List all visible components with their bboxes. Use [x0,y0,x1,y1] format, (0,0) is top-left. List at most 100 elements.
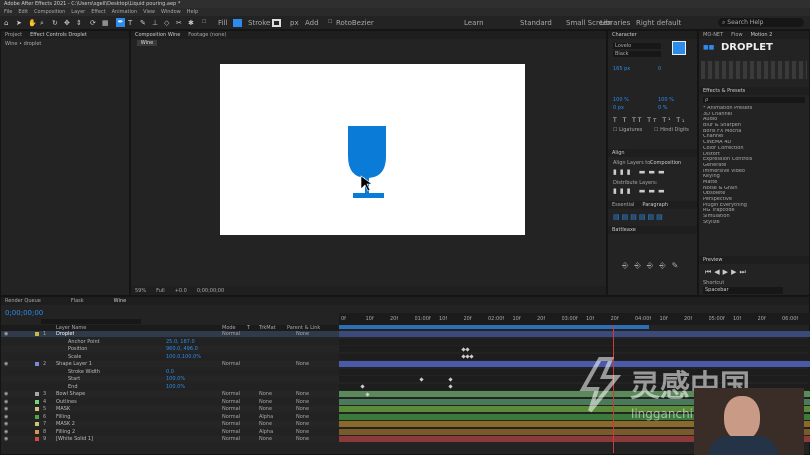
timeline-timecode[interactable]: 0;00;00;00 [5,309,43,317]
text-fill-color[interactable] [672,41,686,55]
dolly-tool-icon[interactable]: ⇕ [76,19,82,27]
property-value[interactable]: 100.0% [166,376,185,382]
comp-subtab-wine[interactable]: Wine [137,40,157,46]
track-matte-dropdown[interactable]: None [259,391,272,397]
camera-tool-icon[interactable]: ▦ [102,19,109,27]
tsume-value[interactable]: 0 % [658,105,668,111]
layer-name[interactable]: Position [68,346,87,352]
layer-name[interactable]: End [68,384,78,390]
tab-mo-net[interactable]: MO-NET [703,32,723,38]
track-matte-dropdown[interactable]: None [259,436,272,442]
comp-timecode[interactable]: 0;00;00;00 [197,288,224,294]
battleaxe-tools[interactable]: ⎆⎆⎆⎆✎ [622,261,684,271]
effects-category-item[interactable]: Stylize [703,220,807,226]
blend-mode-dropdown[interactable]: Normal [222,436,240,442]
blend-mode-dropdown[interactable]: Normal [222,361,240,367]
visibility-eye-icon[interactable]: ◉ [4,361,8,367]
layer-name[interactable]: Anchor Point [68,339,100,345]
pen-tool-icon[interactable]: ✒ [116,18,125,27]
blend-mode-dropdown[interactable]: Normal [222,406,240,412]
visibility-eye-icon[interactable]: ◉ [4,414,8,420]
track-matte-dropdown[interactable]: Alpha [259,414,273,420]
tab-motion-2[interactable]: Motion 2 [751,32,773,38]
property-row[interactable]: Position 960.0, 496.0 [1,346,339,352]
align-to-dropdown[interactable]: Composition [650,160,681,166]
layer-label-color[interactable] [35,422,39,426]
layer-row[interactable]: ◉ 2 Shape Layer 1 Normal None [1,361,339,367]
zoom-tool-icon[interactable]: ⌕ [40,19,44,28]
property-row[interactable]: Anchor Point 25.0, 187.0 [1,338,339,345]
motion-buttons-grid[interactable] [701,61,807,79]
property-value[interactable]: 960.0, 496.0 [166,346,198,352]
parent-dropdown[interactable]: None [296,399,309,405]
layer-label-color[interactable] [35,399,39,404]
menu-animation[interactable]: Animation [112,9,138,15]
parent-dropdown[interactable]: None [296,406,309,412]
ligatures-checkbox[interactable]: ☐ Ligatures [613,127,642,133]
workspace-right-default[interactable]: Right default [636,19,681,27]
parent-dropdown[interactable]: None [296,414,309,420]
property-row[interactable]: Stroke Width 0.0 [1,368,339,375]
exposure-value[interactable]: +0.0 [175,288,187,294]
shortcut-dropdown[interactable]: Spacebar [703,287,783,294]
fill-swatch[interactable] [233,19,242,27]
layer-label-color[interactable] [35,407,39,411]
vertical-scale-value[interactable]: 100 % [613,97,629,103]
layer-row[interactable]: ◉ 7 MASK 2 Normal None None [1,421,339,427]
visibility-eye-icon[interactable]: ◉ [4,331,8,337]
time-ruler[interactable]: 0f 10f 20f 01:00f 10f 20f 02:00f 10f 20f 03:00f 10… [339,313,810,325]
blend-mode-dropdown[interactable]: Normal [222,331,240,337]
track-matte-dropdown[interactable]: None [259,421,272,427]
playback-controls[interactable]: ⏮◀▶▶⏭ [705,268,749,277]
stroke-swatch[interactable] [272,19,281,27]
menu-composition[interactable]: Composition [34,9,65,15]
workspace-standard[interactable]: Standard [520,19,552,27]
menu-file[interactable]: File [4,9,12,15]
tab-wine[interactable]: Wine [114,298,126,304]
layer-name[interactable]: Scale [68,354,81,360]
tab-flask[interactable]: Flask [71,298,84,304]
puppet-tool-icon[interactable]: ✱ [188,19,194,27]
track-matte-dropdown[interactable]: None [259,399,272,405]
visibility-eye-icon[interactable]: ◉ [4,399,8,405]
menu-edit[interactable]: Edit [18,9,28,15]
layer-row[interactable]: ◉ 5 MASK Normal None None [1,406,339,412]
property-row[interactable]: Start 100.0% [1,376,339,382]
zoom-dropdown[interactable]: 59% [135,288,146,294]
baseline-value[interactable]: 0 px [613,105,624,111]
search-help-input[interactable]: ⌕ Search Help [718,18,804,27]
blend-mode-dropdown[interactable]: Normal [222,399,240,405]
rotation-tool-icon[interactable]: ⟳ [90,19,96,27]
tab-render-queue[interactable]: Render Queue [5,298,41,304]
timeline-search[interactable] [41,319,141,324]
layer-name[interactable]: Filling 2 [56,429,75,435]
property-value[interactable]: 25.0, 187.0 [166,339,195,345]
parent-dropdown[interactable]: None [296,331,309,337]
blend-mode-dropdown[interactable]: Normal [222,391,240,397]
layer-label-color[interactable] [35,429,39,434]
effects-search-input[interactable]: ρ [703,97,805,103]
hand-tool-icon[interactable]: ✋ [28,19,37,27]
layer-label-color[interactable] [35,392,39,396]
pan-tool-icon[interactable]: ✥ [64,19,70,27]
layer-row[interactable]: ◉ 6 Filling Normal Alpha None [1,413,339,420]
track-matte-dropdown[interactable]: Alpha [259,429,273,435]
tab-effect-controls[interactable]: Effect Controls Droplet [30,32,87,38]
layer-name[interactable]: Outlines [56,399,77,405]
layer-label-color[interactable] [35,332,39,336]
menu-window[interactable]: Window [161,9,181,15]
eraser-tool-icon[interactable]: ◇ [164,19,169,27]
brush-tool-icon[interactable]: ✎ [140,19,146,27]
layer-duration-bar[interactable] [339,331,810,337]
menu-effect[interactable]: Effect [91,9,105,15]
roto-brush-tool-icon[interactable]: ✂ [176,19,182,27]
visibility-eye-icon[interactable]: ◉ [4,406,8,412]
tab-paragraph[interactable]: Paragraph [642,202,668,208]
property-track[interactable] [339,346,810,352]
tracking-value[interactable]: 0 [658,66,661,72]
layer-label-color[interactable] [35,437,39,441]
layer-label-color[interactable] [35,414,39,419]
layer-row[interactable]: ◉ 4 Outlines Normal None None [1,398,339,405]
font-family-dropdown[interactable]: Lovelo [613,43,661,49]
work-area-bar[interactable] [339,325,649,329]
